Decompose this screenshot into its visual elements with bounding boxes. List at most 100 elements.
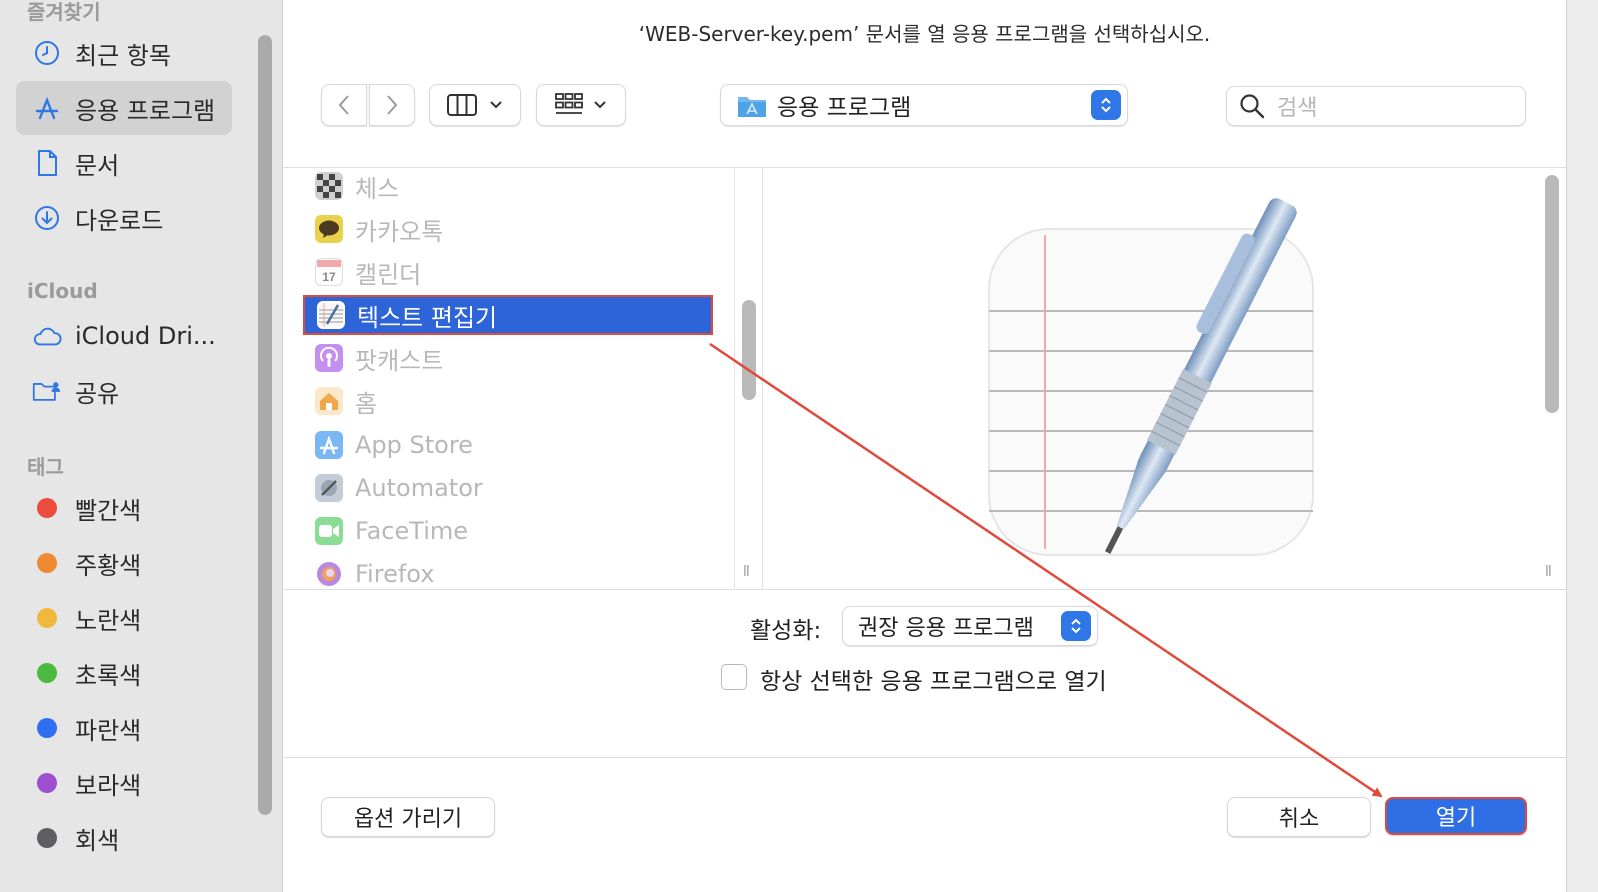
shared-folder-icon <box>32 376 62 406</box>
hide-options-button[interactable]: 옵션 가리기 <box>321 797 495 837</box>
tag-blue[interactable]: 파란색 <box>16 701 232 755</box>
tag-label: 빨간색 <box>75 496 142 525</box>
tag-green[interactable]: 초록색 <box>16 646 232 700</box>
app-name: 카카오톡 <box>355 217 444 246</box>
svg-text:17: 17 <box>322 270 336 284</box>
enable-popup[interactable]: 권장 응용 프로그램 <box>842 606 1098 646</box>
tag-color-dot <box>37 828 57 848</box>
cancel-button[interactable]: 취소 <box>1227 797 1371 837</box>
preview-scrollbar[interactable] <box>1545 175 1559 413</box>
tags-header: 태그 <box>27 455 64 479</box>
footer-divider <box>283 757 1566 758</box>
dialog-title: ‘WEB-Server-key.pem’ 문서를 열 응용 프로그램을 선택하십… <box>638 22 1211 46</box>
location-label: 응용 프로그램 <box>777 95 912 121</box>
list-item[interactable]: 체스 <box>303 168 713 206</box>
firefox-icon <box>315 560 343 588</box>
tag-label: 보라색 <box>75 771 142 800</box>
list-item[interactable]: FaceTime <box>303 511 713 551</box>
sidebar-item-label: 다운로드 <box>75 206 164 235</box>
chevron-left-icon <box>338 95 349 115</box>
favorites-header: 즐겨찾기 <box>27 0 101 24</box>
folder-icon <box>738 97 766 117</box>
columns-icon <box>447 94 477 116</box>
sidebar-item-label: 최근 항목 <box>75 41 171 70</box>
tag-label: 주황색 <box>75 551 142 580</box>
application-list[interactable]: 체스 카카오톡 17 캘린더 텍스트 편집기 팟캐스트 홈 App Store … <box>283 168 734 589</box>
kakaotalk-icon <box>315 215 343 243</box>
tag-orange[interactable]: 주황색 <box>16 536 232 590</box>
tag-color-dot <box>37 718 57 738</box>
list-item[interactable]: Automator <box>303 468 713 508</box>
sidebar-item-icloud-drive[interactable]: iCloud Dri... <box>16 309 232 363</box>
list-item[interactable]: App Store <box>303 425 713 465</box>
popup-stepper-icon <box>1061 611 1091 641</box>
group-view-button[interactable] <box>536 84 626 126</box>
automator-icon <box>315 474 343 502</box>
tag-color-dot <box>37 663 57 683</box>
sidebar-item-documents[interactable]: 문서 <box>16 136 232 190</box>
clock-icon <box>32 38 62 68</box>
sidebar: 즐겨찾기 최근 항목 응용 프로그램 문서 다운로드 iCloud iCloud… <box>0 0 283 892</box>
sidebar-item-label: iCloud Dri... <box>75 322 216 350</box>
tag-label: 파란색 <box>75 716 142 745</box>
tag-gray[interactable]: 회색 <box>16 811 232 865</box>
textedit-icon <box>317 301 345 329</box>
chevron-right-icon <box>387 95 398 115</box>
sidebar-scrollbar[interactable] <box>258 35 272 815</box>
list-item-selected[interactable]: 텍스트 편집기 <box>303 295 713 335</box>
grid-icon <box>555 93 583 114</box>
chevron-down-icon <box>594 101 606 109</box>
app-name: 체스 <box>355 174 400 203</box>
sidebar-item-recents[interactable]: 최근 항목 <box>16 26 232 80</box>
open-with-dialog: ‘WEB-Server-key.pem’ 문서를 열 응용 프로그램을 선택하십… <box>283 0 1566 892</box>
applications-icon <box>32 93 62 123</box>
sidebar-item-applications[interactable]: 응용 프로그램 <box>16 81 232 135</box>
tag-label: 초록색 <box>75 661 142 690</box>
sidebar-item-label: 응용 프로그램 <box>75 96 216 125</box>
tag-purple[interactable]: 보라색 <box>16 756 232 810</box>
facetime-icon <box>315 517 343 545</box>
tag-label: 회색 <box>75 826 120 855</box>
sidebar-item-label: 공유 <box>75 379 120 408</box>
app-name: App Store <box>355 431 473 459</box>
cloud-icon <box>32 321 62 351</box>
forward-button[interactable] <box>369 84 415 126</box>
sidebar-item-downloads[interactable]: 다운로드 <box>16 191 232 245</box>
app-name: 홈 <box>355 389 378 418</box>
always-open-label: 항상 선택한 응용 프로그램으로 열기 <box>760 669 1107 695</box>
app-name: 텍스트 편집기 <box>357 303 498 332</box>
always-open-checkbox[interactable] <box>721 664 747 690</box>
app-name: 캘린더 <box>355 260 422 289</box>
list-item[interactable]: 팟캐스트 <box>303 338 713 378</box>
list-item[interactable]: Firefox <box>303 554 713 589</box>
open-button[interactable]: 열기 <box>1385 797 1527 835</box>
icloud-header: iCloud <box>27 279 98 303</box>
app-name: Automator <box>355 474 483 502</box>
list-item[interactable]: 17 캘린더 <box>303 252 713 292</box>
list-item[interactable]: 카카오톡 <box>303 209 713 249</box>
app-name: FaceTime <box>355 517 469 545</box>
tag-color-dot <box>37 553 57 573</box>
search-field[interactable]: 검색 <box>1226 86 1526 126</box>
options-divider <box>283 589 1566 590</box>
column-resize-handle[interactable]: ll <box>1545 564 1552 580</box>
column-view-button[interactable] <box>429 84 521 126</box>
app-name: Firefox <box>355 560 435 588</box>
tag-color-dot <box>37 773 57 793</box>
tag-yellow[interactable]: 노란색 <box>16 591 232 645</box>
popup-stepper-icon <box>1091 90 1121 120</box>
column-divider <box>762 168 763 589</box>
appstore-icon <box>315 431 343 459</box>
download-icon <box>32 203 62 233</box>
back-button[interactable] <box>321 84 367 126</box>
list-item[interactable]: 홈 <box>303 381 713 421</box>
home-icon <box>315 387 343 415</box>
sidebar-item-shared[interactable]: 공유 <box>16 364 232 418</box>
tag-red[interactable]: 빨간색 <box>16 481 232 535</box>
list-scrollbar[interactable] <box>742 300 756 400</box>
tag-color-dot <box>37 608 57 628</box>
column-divider <box>734 168 735 589</box>
enable-label: 활성화: <box>750 618 822 644</box>
location-popup[interactable]: 응용 프로그램 <box>720 84 1128 126</box>
column-resize-handle[interactable]: ll <box>743 564 750 580</box>
